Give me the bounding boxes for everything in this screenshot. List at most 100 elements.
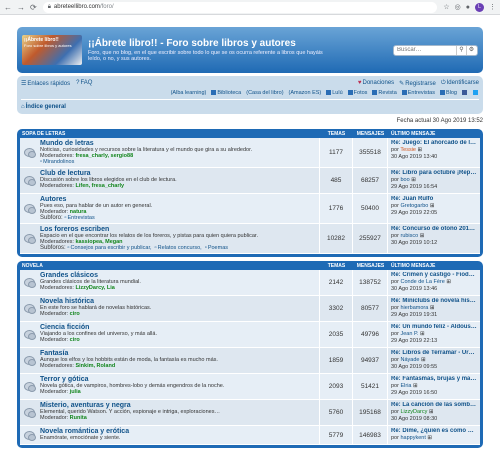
browser-nav: ← → ⟳ xyxy=(4,3,37,12)
view-latest-icon[interactable]: ⊞ xyxy=(411,177,416,183)
site-logo[interactable]: ¡¡Ábrete libro!! Foro sobre libros y aut… xyxy=(22,35,82,65)
menu-icon[interactable]: ⋮ xyxy=(489,3,496,11)
last-post-title[interactable]: Re: Crimen y castigo - Fiodor… xyxy=(391,272,477,279)
forum-info: Terror y gótica Novela gótica, de vampir… xyxy=(38,374,320,399)
nav-link-blog[interactable]: Blog xyxy=(439,90,457,96)
forward-icon[interactable]: → xyxy=(17,3,25,12)
forum-title[interactable]: Terror y gótica xyxy=(40,376,317,383)
last-post-title[interactable]: Re: Juego: El ahorcado de lib… xyxy=(391,140,477,147)
view-latest-icon[interactable]: ⊞ xyxy=(420,331,425,337)
last-post-author[interactable]: Conde de La Fère xyxy=(400,279,444,285)
donations-link[interactable]: ♥Donaciones xyxy=(358,80,394,87)
last-post-author[interactable]: Náyade xyxy=(400,357,419,363)
forum-title[interactable]: Mundo de letras xyxy=(40,140,317,147)
forum-title[interactable]: Los foreros escriben xyxy=(40,226,317,233)
view-latest-icon[interactable]: ⊞ xyxy=(418,147,423,153)
last-post-title[interactable]: Re: Dime, ¿quién es como Dios… xyxy=(391,428,477,435)
nav-link-alba[interactable]: (Alba learning) xyxy=(171,90,207,96)
subforum-link[interactable]: ▫Poemas xyxy=(205,245,228,251)
nav-link-revista[interactable]: Revista xyxy=(372,90,397,96)
moderator-names[interactable]: LizzyDarcy, Lia xyxy=(75,285,114,291)
search-icon[interactable]: ⚲ xyxy=(456,45,466,55)
category-title[interactable]: NOVELA xyxy=(20,263,320,269)
view-latest-icon[interactable]: ⊞ xyxy=(446,279,451,285)
address-bar[interactable]: 🔒︎ abreteellibro.com/foro/ xyxy=(42,1,438,13)
forum-title[interactable]: Club de lectura xyxy=(40,170,317,177)
last-post-title[interactable]: Re: La canción de las sombras… xyxy=(391,402,477,409)
view-latest-icon[interactable]: ⊞ xyxy=(430,203,435,209)
extension-icon[interactable]: ◎ xyxy=(455,3,461,11)
subforum-link[interactable]: ▫Relatos concurso, xyxy=(155,245,202,251)
view-latest-icon[interactable]: ⊞ xyxy=(413,383,418,389)
logo-line2: Foro sobre libros y autores xyxy=(24,43,72,48)
last-post-title[interactable]: Re: Libros de Terramar - Ursu… xyxy=(391,350,477,357)
last-post-author[interactable]: Jean P. xyxy=(400,331,418,337)
forum-posts-count: 50400 xyxy=(353,194,388,223)
avatar[interactable]: L xyxy=(475,2,484,12)
view-latest-icon[interactable]: ⊞ xyxy=(421,357,426,363)
last-post-title[interactable]: Re: Fantasmas, brujas y magos… xyxy=(391,376,477,383)
nav-link-casa-del-libro[interactable]: (Casa del libro) xyxy=(246,90,283,96)
moderator-names[interactable]: ciro xyxy=(70,311,80,317)
last-post-author[interactable]: happykent xyxy=(400,435,425,441)
subforum-link[interactable]: ▫Consejos para escribir y publicar, xyxy=(67,245,151,251)
star-icon[interactable]: ☆ xyxy=(443,3,449,11)
board-index-link[interactable]: Índice general xyxy=(26,104,66,110)
back-icon[interactable]: ← xyxy=(4,3,12,12)
view-latest-icon[interactable]: ⊞ xyxy=(430,305,435,311)
forum-title[interactable]: Novela histórica xyxy=(40,298,317,305)
forum-title[interactable]: Misterio, aventuras y negra xyxy=(40,402,317,409)
last-post-title[interactable]: Re: Concurso de otoño 2019: O… xyxy=(391,226,477,233)
nav-link-fotos[interactable]: Fotos xyxy=(347,90,367,96)
search-input[interactable] xyxy=(394,47,456,53)
last-post-author[interactable]: Gretogarbo xyxy=(400,203,428,209)
last-post-title[interactable]: Re: Libro para octubre ¡Repet… xyxy=(391,170,477,177)
nav-link-amazon[interactable]: (Amazon ES) xyxy=(289,90,322,96)
last-post-title[interactable]: Re: Un mundo feliz - Aldous H… xyxy=(391,324,477,331)
moderator-names[interactable]: fresa_charly, sergio88 xyxy=(75,153,133,159)
col-last-post-header: ÚLTIMO MENSAJE xyxy=(391,262,436,269)
login-link[interactable]: ⏻Identificarse xyxy=(441,80,479,87)
forum-moderators: Moderadores: LizzyDarcy, Lia xyxy=(40,285,317,291)
forum-icon-cell xyxy=(20,348,38,373)
folder-icon: ▫ xyxy=(64,215,67,221)
moderator-names[interactable]: Lifen, fresa_charly xyxy=(75,183,124,189)
nav-link-lulu[interactable]: Lulú xyxy=(326,90,343,96)
register-link[interactable]: ✎Registrarse xyxy=(399,80,436,87)
moderator-names[interactable]: julia xyxy=(70,389,81,395)
forum-title[interactable]: Ciencia ficción xyxy=(40,324,317,331)
category-title[interactable]: SOPA DE LETRAS xyxy=(20,131,320,137)
last-post-author[interactable]: Elria xyxy=(400,383,411,389)
forum-title[interactable]: Novela romántica y erótica xyxy=(40,428,317,435)
view-latest-icon[interactable]: ⊞ xyxy=(429,409,434,415)
last-post-author[interactable]: hierbamora xyxy=(400,305,428,311)
nav-link-biblioteca[interactable]: Biblioteca xyxy=(211,90,241,96)
browser-actions: ☆ ◎ ● L ⋮ xyxy=(443,2,496,12)
gear-icon[interactable]: ⚙ xyxy=(466,45,476,55)
subforum-link[interactable]: ▫Entrevistas xyxy=(64,215,94,221)
forum-title[interactable]: Autores xyxy=(40,196,317,203)
last-post-author[interactable]: LizzyDarcy xyxy=(400,409,427,415)
last-post-title[interactable]: Re: Miniclubs de novela histó… xyxy=(391,298,477,305)
forum-title[interactable]: Fantasía xyxy=(40,350,317,357)
moderator-names[interactable]: ciro xyxy=(70,337,80,343)
extension2-icon[interactable]: ● xyxy=(466,4,470,11)
moderator-names[interactable]: Runita xyxy=(70,415,87,421)
subforum-link[interactable]: ▫Mirandolinos xyxy=(40,159,74,165)
reload-icon[interactable]: ⟳ xyxy=(30,3,37,12)
facebook-icon[interactable] xyxy=(462,90,467,95)
moderator-names[interactable]: Sinkim, Roland xyxy=(75,363,115,369)
view-latest-icon[interactable]: ⊞ xyxy=(427,435,432,441)
url-path: /foro/ xyxy=(99,4,114,10)
view-latest-icon[interactable]: ⊞ xyxy=(420,233,425,239)
faq-link[interactable]: ?FAQ xyxy=(76,80,92,87)
last-post-author[interactable]: boo xyxy=(400,177,409,183)
last-post-author[interactable]: rubisco xyxy=(400,233,418,239)
last-post-title[interactable]: Re: Juan Rulfo xyxy=(391,196,477,203)
forum-row: Terror y gótica Novela gótica, de vampir… xyxy=(20,374,480,400)
forum-title[interactable]: Grandes clásicos xyxy=(40,272,317,279)
nav-link-entrevistas[interactable]: Entrevistas xyxy=(401,90,435,96)
twitter-icon[interactable] xyxy=(473,90,478,95)
quick-links-link[interactable]: ☰Enlaces rápidos xyxy=(21,80,70,87)
last-post-author[interactable]: Tessie xyxy=(400,147,416,153)
